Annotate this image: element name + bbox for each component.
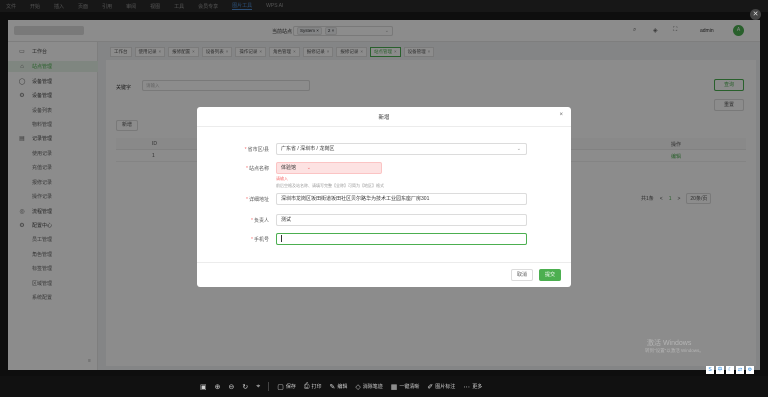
toolbar-button-label: 保存	[285, 384, 296, 390]
text-cursor	[281, 235, 282, 243]
toolbar-button-label: 图片标注	[435, 384, 456, 390]
divider	[197, 126, 571, 127]
toolbar-button-label: 打印	[311, 384, 322, 390]
save-icon: ▢	[277, 383, 284, 391]
close-icon[interactable]: ×	[559, 112, 563, 118]
annotate-icon: ✐	[427, 383, 434, 391]
sync-icon[interactable]: ⇄	[736, 366, 744, 374]
tray-icons: S 中 ☾ ⇄ ⚙	[706, 366, 754, 374]
cancel-button[interactable]: 取消	[511, 269, 533, 281]
divider	[197, 262, 571, 263]
toolbar-button[interactable]: ▣	[200, 383, 207, 391]
region-cascader[interactable]: 广东省 / 深圳市 / 龙岗区 ⌄	[276, 143, 527, 155]
chevron-down-icon: ⌄	[306, 165, 311, 171]
input-method-icon[interactable]: S	[706, 366, 714, 374]
print-icon: ⎙	[303, 382, 310, 390]
language-icon[interactable]: 中	[716, 366, 724, 374]
divider	[268, 382, 270, 391]
close-icon[interactable]: ✕	[750, 9, 761, 20]
contact-input[interactable]: 测试	[276, 214, 527, 226]
field-label-contact: *负责人	[251, 218, 269, 224]
toolbar-button[interactable]: ◇ 消除笔迹	[355, 383, 382, 391]
toolbar-button[interactable]: ▢ 保存	[277, 383, 296, 391]
field-label-region: *省市区/县	[244, 147, 269, 153]
edit-icon: ✎	[329, 383, 336, 391]
viewer-toolbar: ▣ ⊕ ⊖ ↻ ⌖ ▢ 保存 ⎙ 打印 ✎ 编辑 ◇ 消除笔迹 ▦ 一键清晰 ✐ 图片标注 ⋯ 更多	[0, 376, 768, 397]
moon-icon[interactable]: ☾	[726, 366, 734, 374]
field-label-address: *详细地址	[246, 197, 269, 203]
toolbar-button-label: 消除笔迹	[362, 384, 383, 390]
address-input[interactable]: 深圳市龙岗区坂田街道坂田社区贝尔路华为技术工业园东座厂房301	[276, 193, 527, 205]
toolbar-button-label: 更多	[472, 384, 483, 390]
toolbar-button[interactable]: ⎙ 打印	[304, 383, 322, 391]
add-dialog: 新增 × *省市区/县 广东省 / 深圳市 / 龙岗区 ⌄ *站点名称 体验馆 …	[197, 107, 571, 287]
zoom-in-icon: ⊕	[214, 383, 221, 391]
gear-icon[interactable]: ⚙	[746, 366, 754, 374]
location-icon: ⌖	[256, 382, 261, 390]
sharpen-icon: ▦	[390, 383, 398, 391]
toolbar-button[interactable]: ✎ 编辑	[329, 383, 347, 391]
field-label-phone: *手机号	[251, 237, 269, 243]
submit-button[interactable]: 提交	[539, 269, 561, 281]
toolbar-button[interactable]: ⊖	[229, 383, 235, 391]
site-name-input[interactable]: 体验馆 ⌄	[276, 162, 382, 174]
activation-watermark-title: 激活 Windows	[647, 340, 692, 347]
toolbar-button[interactable]: ⌖	[256, 383, 260, 391]
toolbar-button-label: 一键清晰	[399, 384, 420, 390]
hint-message: 前后空格及站名称、请填写完整【全称】可简为【地区】格式	[276, 183, 384, 188]
error-message: 请输入	[276, 176, 288, 181]
toolbar-button[interactable]: ✐ 图片标注	[427, 383, 455, 391]
erase-icon: ◇	[355, 383, 361, 391]
dialog-title: 新增	[378, 115, 390, 121]
toolbar-button-label: 编辑	[337, 384, 348, 390]
toolbar-button[interactable]: ▦ 一键清晰	[391, 383, 420, 391]
phone-input[interactable]	[276, 233, 527, 245]
fit-icon: ▣	[200, 383, 207, 391]
toolbar-button[interactable]: ↻	[242, 383, 248, 391]
chevron-down-icon: ⌄	[516, 146, 521, 152]
toolbar-button[interactable]: ⋯ 更多	[463, 383, 482, 391]
toolbar-button[interactable]: ⊕	[215, 383, 221, 391]
activation-watermark-text: 转到"设置"以激活 Windows。	[645, 348, 704, 353]
more-icon: ⋯	[463, 383, 471, 391]
zoom-out-icon: ⊖	[228, 383, 235, 391]
field-label-site-name: *站点名称	[246, 166, 269, 172]
rotate-icon: ↻	[242, 383, 249, 391]
